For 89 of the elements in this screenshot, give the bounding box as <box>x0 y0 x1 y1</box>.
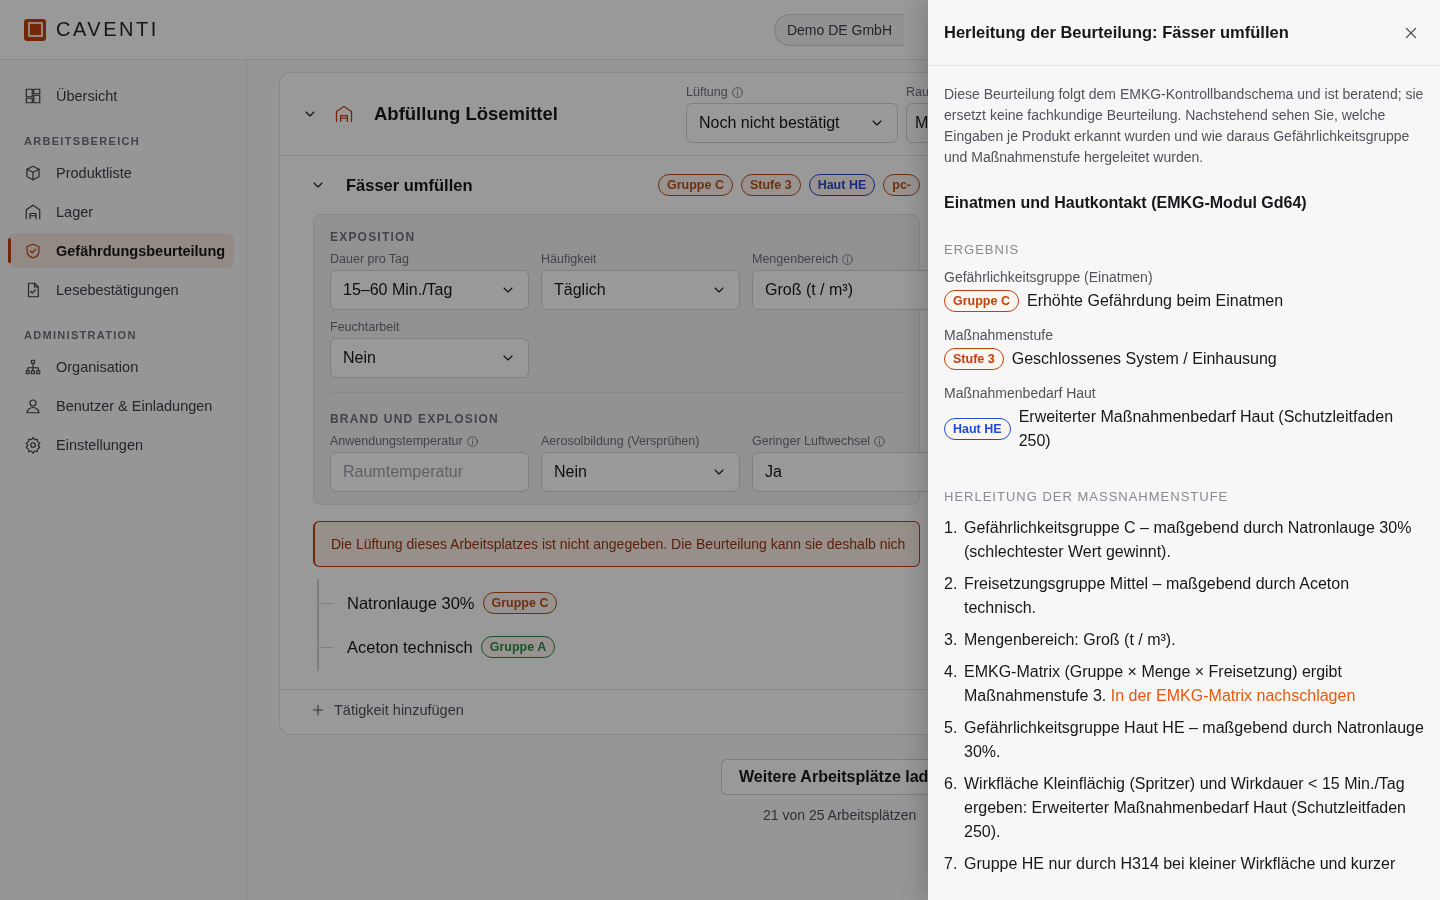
step-text: Gefährlichkeitsgruppe Haut HE – maßgebend durch Natronlauge 30%. <box>964 718 1424 762</box>
result-text: Geschlossenes System / Einhausung <box>1011 349 1277 369</box>
step-text: Mengenbereich: Groß (t / m³). <box>964 630 1176 650</box>
step-text: Gruppe HE nur durch H314 bei kleiner Wirkfläche und kurzer <box>964 854 1396 874</box>
badge: Gruppe A <box>480 636 556 658</box>
sidebar-item[interactable]: Organisation <box>8 349 234 384</box>
count-text: 21 von 25 Arbeitsplätzen <box>762 807 917 823</box>
cube-icon <box>24 163 42 182</box>
hierarchy-icon <box>24 357 42 376</box>
dashboard-icon <box>24 86 42 105</box>
section-heading: BRAND UND EXPLOSION <box>330 412 499 426</box>
sidebar-item[interactable]: Produktliste <box>8 155 234 190</box>
section-title: Einatmen und Hautkontakt (EMKG-Modul Gd64) <box>944 194 1308 212</box>
badge: Gruppe C <box>658 174 733 196</box>
step-number: 3. <box>944 630 959 650</box>
select-field[interactable]: M <box>906 103 928 143</box>
select-field[interactable]: Groß (t / m³) <box>752 270 928 310</box>
add-activity-button[interactable]: Tätigkeit hinzufügen <box>310 702 464 718</box>
settings-icon <box>24 435 42 454</box>
sidebar-item[interactable]: Lesebestätigungen <box>8 272 234 307</box>
step-text: Freisetzungsgruppe Mittel – maßgebend durch Aceton technisch. <box>964 574 1351 618</box>
field-label: Feuchtarbeit <box>330 320 401 334</box>
badge: Gruppe C <box>944 290 1019 312</box>
section-heading: EXPOSITION <box>330 230 416 244</box>
badge: Stufe 3 <box>944 348 1004 370</box>
select-field[interactable]: 15–60 Min./Tag <box>330 270 529 310</box>
step-number: 7. <box>944 854 959 874</box>
badge: Stufe 3 <box>740 174 801 196</box>
info-icon <box>841 252 855 266</box>
step-number: 6. <box>944 774 959 794</box>
result-label: Maßnahmenbedarf Haut <box>944 385 1097 401</box>
result-label: Maßnahmenstufe <box>944 327 1054 343</box>
step-text: Gefährlichkeitsgruppe C – maßgebend durch Natronlauge 30% (schlechtester Wert gewinnt). <box>964 518 1413 562</box>
sidebar-item[interactable]: Benutzer & Einladungen <box>8 388 234 423</box>
step-number: 5. <box>944 718 959 738</box>
field-label: Aerosolbildung (Versprühen) <box>541 434 701 448</box>
workplace-title: Abfüllung Lösemittel <box>374 103 558 125</box>
drawer-title: Herleitung der Beurteilung: Fässer umfüllen <box>944 23 1289 42</box>
step-number: 4. <box>944 662 959 682</box>
field-label: Dauer pro Tag <box>330 252 410 266</box>
step-number: 2. <box>944 574 959 594</box>
result-label: Gefährlichkeitsgruppe (Einatmen) <box>944 269 1154 285</box>
step-text: Wirkfläche Kleinflächig (Spritzer) und Wirkdauer < 15 Min./Tag ergeben: Erweiterter Maßnahmenbedarf Haut (Schutzleitfaden 250). <box>964 774 1407 842</box>
result-text: Erweiterter Maßnahmenbedarf Haut (Schutzleitfaden 250) <box>1018 407 1395 451</box>
section-heading: ERGEBNIS <box>944 242 1021 257</box>
field-label: Geringer Luftwechsel <box>752 434 928 448</box>
product-name: Aceton technisch <box>347 637 473 657</box>
product-name: Natronlauge 30% <box>347 593 475 613</box>
select-field[interactable]: Noch nicht bestätigt <box>686 103 898 143</box>
step-text: EMKG-Matrix (Gruppe × Menge × Freisetzung) ergibt Maßnahmenstufe 3. In der EMKG-Matrix nachschlagen <box>964 662 1357 706</box>
select-field[interactable]: Täglich <box>541 270 740 310</box>
badge: Gruppe C <box>482 592 558 614</box>
sidebar-item[interactable]: Gefährdungsbeurteilung <box>8 233 234 268</box>
info-icon <box>465 434 479 448</box>
badge: Haut HE <box>808 174 876 196</box>
backdrop[interactable] <box>0 0 928 900</box>
field-label: Anwendungstemperatur <box>330 434 529 448</box>
warning-message: Die Lüftung dieses Arbeitsplatzes ist nicht angegeben. Die Beurteilung kann sie deshalb nich <box>313 521 920 567</box>
info-icon <box>730 85 744 99</box>
shield-icon <box>24 241 42 260</box>
matrix-link[interactable]: In der EMKG-Matrix nachschlagen <box>1110 687 1356 704</box>
plus-icon <box>310 702 326 718</box>
section-heading: HERLEITUNG DER MASSNAHMENSTUFE <box>944 489 1230 504</box>
step-number: 1. <box>944 518 959 538</box>
load-more-button[interactable]: Weitere Arbeitsplätze lad <box>721 759 928 795</box>
sidebar-item[interactable]: Einstellungen <box>8 427 234 462</box>
activity-title: Fässer umfüllen <box>346 175 474 195</box>
sidebar-item[interactable]: Lager <box>8 194 234 229</box>
user-icon <box>24 396 42 415</box>
select-field[interactable]: Nein <box>330 338 529 378</box>
logo-icon <box>24 18 46 41</box>
sidebar-heading: ADMINISTRATION <box>23 328 138 343</box>
select-field[interactable]: Nein <box>541 452 740 492</box>
intro-text: Diese Beurteilung folgt dem EMKG-Kontrollbandschema und ist beratend; sie ersetzt keine fachkundige Beurteilung. Nachstehend sehen Sie, welche Eingaben je Produkt erkannt wurden und wie daraus Gefährlichkeitsgruppe und Maßnahmenstufe hergeleitet wurden. <box>944 85 1424 167</box>
sidebar-item[interactable]: Übersicht <box>8 78 234 113</box>
badge: pc- <box>883 174 920 196</box>
sidebar-heading: ARBEITSBEREICH <box>23 134 141 149</box>
field-label: Rau <box>906 85 928 99</box>
field-label: Lüftung <box>686 85 898 99</box>
warehouse-icon <box>334 104 354 124</box>
info-icon <box>873 434 887 448</box>
warehouse-icon <box>24 202 42 221</box>
organization-switcher[interactable]: Demo DE GmbH <box>773 13 904 46</box>
badge: Haut HE <box>944 418 1011 440</box>
field-label: Mengenbereich <box>752 252 928 266</box>
result-text: Erhöhte Gefährdung beim Einatmen <box>1026 291 1284 311</box>
brand-name: CAVENTI <box>56 18 159 41</box>
select-field[interactable]: Ja <box>752 452 928 492</box>
field-label: Häufigkeit <box>541 252 598 266</box>
